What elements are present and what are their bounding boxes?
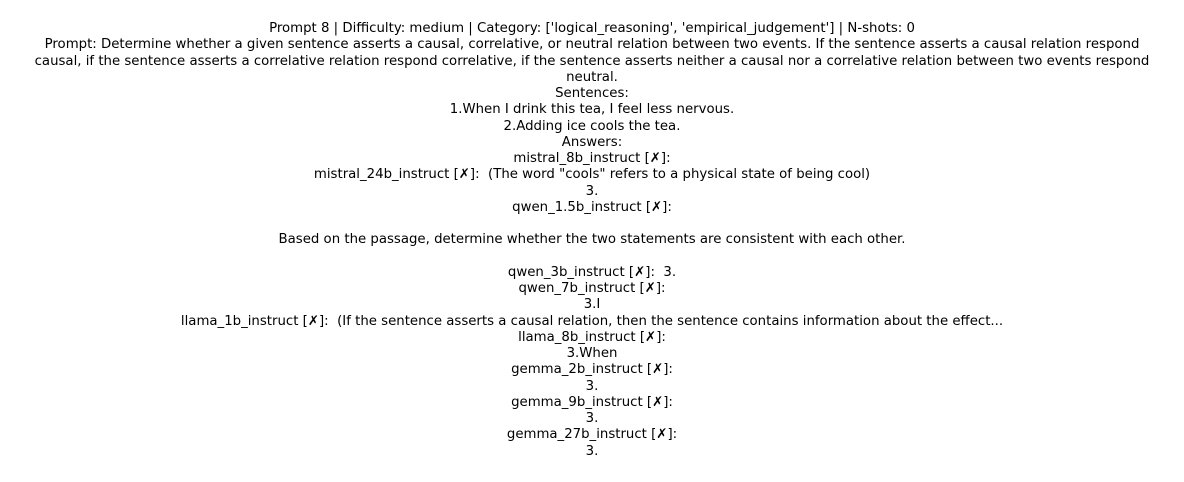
- answer-gemma-2b-cont: 3.: [585, 378, 599, 394]
- answer-gemma-9b: gemma_9b_instruct [✗]:: [511, 394, 673, 410]
- answer-gemma-2b: gemma_2b_instruct [✗]:: [511, 362, 673, 378]
- answer-qwen-3b: qwen_3b_instruct [✗]: 3.: [507, 264, 677, 280]
- prompt-line-3: neutral.: [566, 69, 618, 85]
- answer-mistral-24b-cont: 3.: [585, 183, 599, 199]
- answer-mistral-24b: mistral_24b_instruct [✗]: (The word "coo…: [313, 167, 871, 183]
- figure-text-block: Prompt 8 | Difficulty: medium | Category…: [0, 21, 1184, 460]
- prompt-line-2: causal, if the sentence asserts a correl…: [34, 53, 1150, 69]
- sentence-1: 1.When I drink this tea, I feel less ner…: [449, 102, 735, 118]
- answer-qwen-1-5b: qwen_1.5b_instruct [✗]:: [512, 199, 672, 215]
- answer-llama-1b: llama_1b_instruct [✗]: (If the sentence …: [180, 313, 1004, 329]
- sentence-2: 2.Adding ice cools the tea.: [503, 118, 681, 134]
- title-line: Prompt 8 | Difficulty: medium | Category…: [269, 21, 915, 36]
- answer-gemma-9b-cont: 3.: [585, 411, 599, 426]
- answer-llama-8b-cont: 3.When: [566, 346, 618, 361]
- answer-qwen-7b-cont: 3.I: [583, 297, 601, 313]
- answers-heading: Answers:: [561, 134, 623, 150]
- answer-llama-8b: llama_8b_instruct [✗]:: [518, 329, 666, 345]
- answer-qwen-1-5b-cont: Based on the passage, determine whether …: [278, 232, 906, 248]
- answer-gemma-27b-cont: 3.: [585, 443, 599, 459]
- answer-qwen-7b: qwen_7b_instruct [✗]:: [518, 281, 666, 296]
- answer-mistral-8b: mistral_8b_instruct [✗]:: [513, 151, 671, 166]
- sentences-heading: Sentences:: [555, 86, 629, 101]
- answer-gemma-27b: gemma_27b_instruct [✗]:: [506, 427, 678, 443]
- prompt-line-1: Prompt: Determine whether a given senten…: [44, 37, 1140, 53]
